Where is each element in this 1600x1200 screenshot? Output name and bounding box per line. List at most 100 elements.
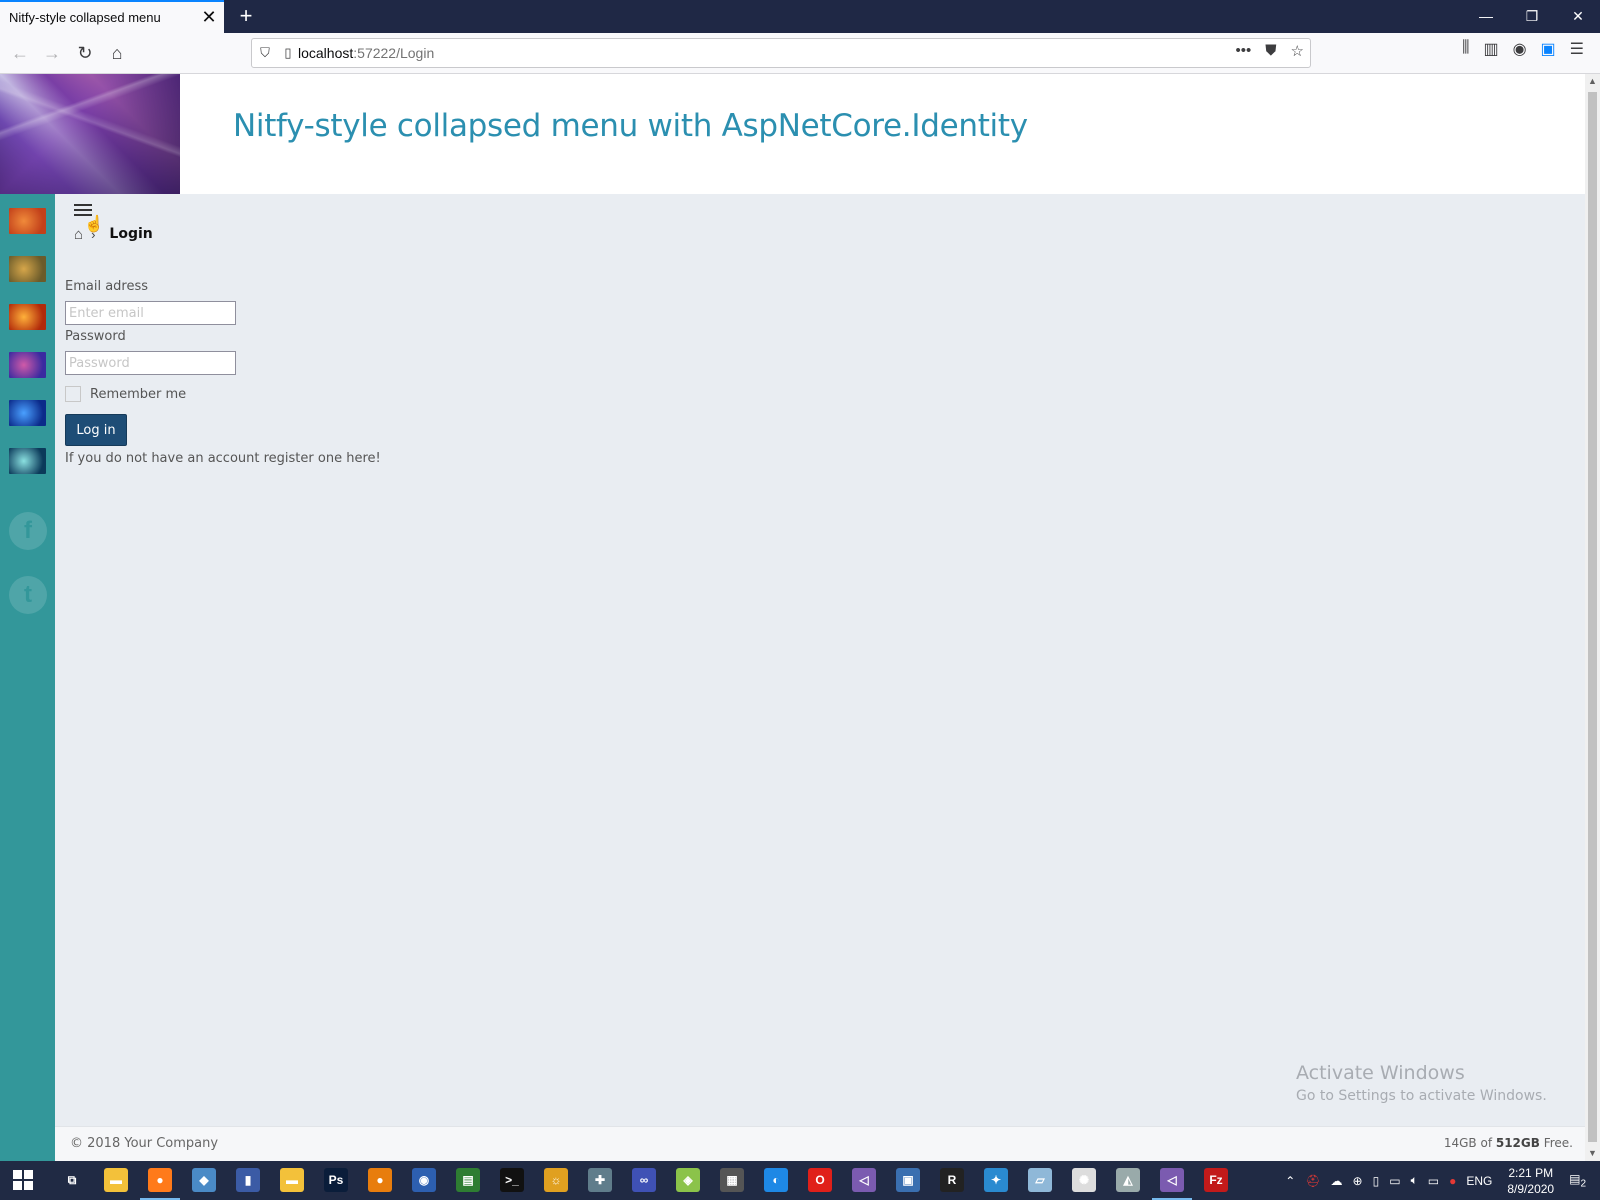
file-explorer-icon[interactable]: ▬ — [104, 1168, 128, 1192]
url-bar[interactable]: ⛉ ▯ localhost:57222/Login ••• ⛊ ☆ — [251, 38, 1311, 68]
app-icon-22[interactable]: ▱ — [1028, 1168, 1052, 1192]
sidebar-item-thumb-orange[interactable] — [9, 208, 46, 234]
app-icon-23[interactable]: ✺ — [1072, 1168, 1096, 1192]
sidebar: ft — [0, 194, 55, 1161]
scroll-up-arrow-icon[interactable]: ▲ — [1585, 74, 1600, 89]
forward-icon[interactable]: → — [37, 38, 67, 68]
extension-icon[interactable]: ▣ — [1541, 39, 1556, 59]
bookmark-star-icon[interactable]: ☆ — [1291, 42, 1304, 60]
sidebar-item-thumb-fire[interactable] — [9, 304, 46, 330]
storage-total: 512GB — [1495, 1136, 1540, 1150]
opera-icon[interactable]: O — [808, 1168, 832, 1192]
tracking-shield-icon[interactable]: ⛉ — [252, 45, 278, 61]
folder-icon[interactable]: ▬ — [280, 1168, 304, 1192]
email-field[interactable] — [65, 301, 236, 325]
watermark-subtitle: Go to Settings to activate Windows. — [1296, 1088, 1547, 1104]
remember-me-label: Remember me — [90, 386, 187, 402]
app-icon-15[interactable]: ▦ — [720, 1168, 744, 1192]
storage-prefix: 14GB of — [1443, 1136, 1496, 1150]
photoshop-icon[interactable]: Ps — [324, 1168, 348, 1192]
terminal-icon[interactable]: >_ — [500, 1168, 524, 1192]
library-icon[interactable]: ⫼ — [1462, 39, 1469, 59]
login-form: Email adress Password Remember me Log in… — [65, 279, 465, 466]
filezilla-icon[interactable]: Fz — [1204, 1168, 1228, 1192]
breadcrumb-home-icon[interactable]: ⌂ — [74, 226, 83, 243]
page-info-icon[interactable]: ▯ — [278, 45, 298, 61]
register-link[interactable]: If you do not have an account register o… — [65, 451, 465, 466]
notifications-icon[interactable]: ▤2 — [1569, 1172, 1586, 1189]
firefox-icon[interactable]: ● — [148, 1168, 172, 1192]
windows-start-icon[interactable] — [13, 1170, 33, 1190]
notification-count: 2 — [1580, 1178, 1586, 1190]
password-label: Password — [65, 329, 126, 344]
email-label: Email adress — [65, 279, 149, 294]
app-icon-12[interactable]: ✚ — [588, 1168, 612, 1192]
battery-icon[interactable]: ▭ — [1389, 1174, 1400, 1188]
tray-cloud-icon[interactable]: ☁ — [1331, 1174, 1343, 1188]
app-icon-19[interactable]: ▣ — [896, 1168, 920, 1192]
menu-icon[interactable]: ☰ — [1570, 39, 1584, 59]
login-button[interactable]: Log in — [65, 414, 127, 446]
restore-button[interactable]: ❐ — [1509, 0, 1555, 33]
password-field[interactable] — [65, 351, 236, 375]
sidebar-toggle-icon[interactable]: ▥ — [1483, 39, 1498, 59]
site-header: Nitfy-style collapsed menu with AspNetCo… — [0, 74, 1585, 194]
home-icon[interactable]: ⌂ — [102, 38, 132, 68]
page-actions-icon[interactable]: ••• — [1236, 42, 1252, 60]
window-close-button[interactable]: ✕ — [1555, 0, 1600, 33]
sidebar-item-thumb-teal[interactable] — [9, 448, 46, 474]
sidebar-item-thumb-violet[interactable] — [9, 352, 46, 378]
app-icon-4[interactable]: ▮ — [236, 1168, 260, 1192]
network-icon[interactable]: ⊕ — [1353, 1174, 1363, 1188]
remember-me-row: Remember me — [65, 384, 465, 404]
system-tray: ⌃ ⛑ ☁ ⊕ ▯ ▭ 🔈︎ ▭ ● ENG 2:21 PM 8/9/2020 … — [1280, 1161, 1600, 1200]
browser-tab[interactable]: Nitfy-style collapsed menu ✕ — [0, 0, 224, 33]
footer-storage: 14GB of 512GB Free. — [1444, 1136, 1573, 1150]
visual-studio-2-icon[interactable]: ◁ — [1160, 1168, 1184, 1192]
reload-icon[interactable]: ↻ — [70, 38, 100, 68]
system-clock[interactable]: 2:21 PM 8/9/2020 — [1507, 1165, 1554, 1197]
scroll-thumb[interactable] — [1588, 92, 1597, 1142]
breadcrumb-current: Login — [109, 226, 153, 242]
breadcrumb: ⌂ › Login — [74, 224, 153, 244]
recording-icon[interactable]: ● — [1449, 1174, 1456, 1188]
new-tab-button[interactable]: + — [232, 3, 260, 31]
app-icon-11[interactable]: ☼ — [544, 1168, 568, 1192]
visual-studio-icon[interactable]: ◁ — [852, 1168, 876, 1192]
language-indicator[interactable]: ENG — [1466, 1174, 1492, 1188]
minimize-button[interactable]: — — [1463, 0, 1509, 33]
tab-close-icon[interactable]: ✕ — [194, 7, 224, 28]
app-icon-13[interactable]: ∞ — [632, 1168, 656, 1192]
sidebar-item-thumb-gold[interactable] — [9, 256, 46, 282]
app-icon-16[interactable]: ◐ — [764, 1168, 788, 1192]
browser-titlebar: Nitfy-style collapsed menu ✕ + — ❐ ✕ — [0, 0, 1600, 33]
back-icon[interactable]: ← — [5, 38, 35, 68]
usb-icon[interactable]: ▯ — [1373, 1174, 1380, 1188]
account-icon[interactable]: ◉ — [1513, 39, 1527, 59]
breadcrumb-separator: › — [91, 226, 96, 242]
app-icon-14[interactable]: ◈ — [676, 1168, 700, 1192]
app-icon-20[interactable]: R — [940, 1168, 964, 1192]
site-title: Nitfy-style collapsed menu with AspNetCo… — [233, 108, 1028, 144]
app-icon-9[interactable]: ▤ — [456, 1168, 480, 1192]
twitter-icon[interactable]: t — [9, 576, 47, 614]
app-icon-21[interactable]: ✦ — [984, 1168, 1008, 1192]
blender-icon[interactable]: ● — [368, 1168, 392, 1192]
task-view-icon[interactable]: ⧉ — [60, 1168, 84, 1192]
tray-overflow-icon[interactable]: ⌃ — [1285, 1174, 1295, 1188]
app-icon-3[interactable]: ◆ — [192, 1168, 216, 1192]
volume-icon[interactable]: 🔈︎ — [1411, 1173, 1418, 1188]
url-host: localhost — [298, 45, 354, 61]
display-icon[interactable]: ▭ — [1428, 1174, 1439, 1188]
vertical-scrollbar[interactable]: ▲ ▼ — [1585, 74, 1600, 1161]
app-icon-24[interactable]: ◭ — [1116, 1168, 1140, 1192]
site-logo[interactable] — [0, 74, 180, 194]
app-icon-8[interactable]: ◉ — [412, 1168, 436, 1192]
page-viewport: Nitfy-style collapsed menu with AspNetCo… — [0, 74, 1585, 1161]
facebook-icon[interactable]: f — [9, 512, 47, 550]
tray-app-icon[interactable]: ⛑ — [1305, 1174, 1320, 1188]
remember-me-checkbox[interactable] — [65, 386, 81, 402]
sidebar-item-thumb-blue[interactable] — [9, 400, 46, 426]
pocket-icon[interactable]: ⛊ — [1265, 42, 1276, 60]
scroll-down-arrow-icon[interactable]: ▼ — [1585, 1146, 1600, 1161]
